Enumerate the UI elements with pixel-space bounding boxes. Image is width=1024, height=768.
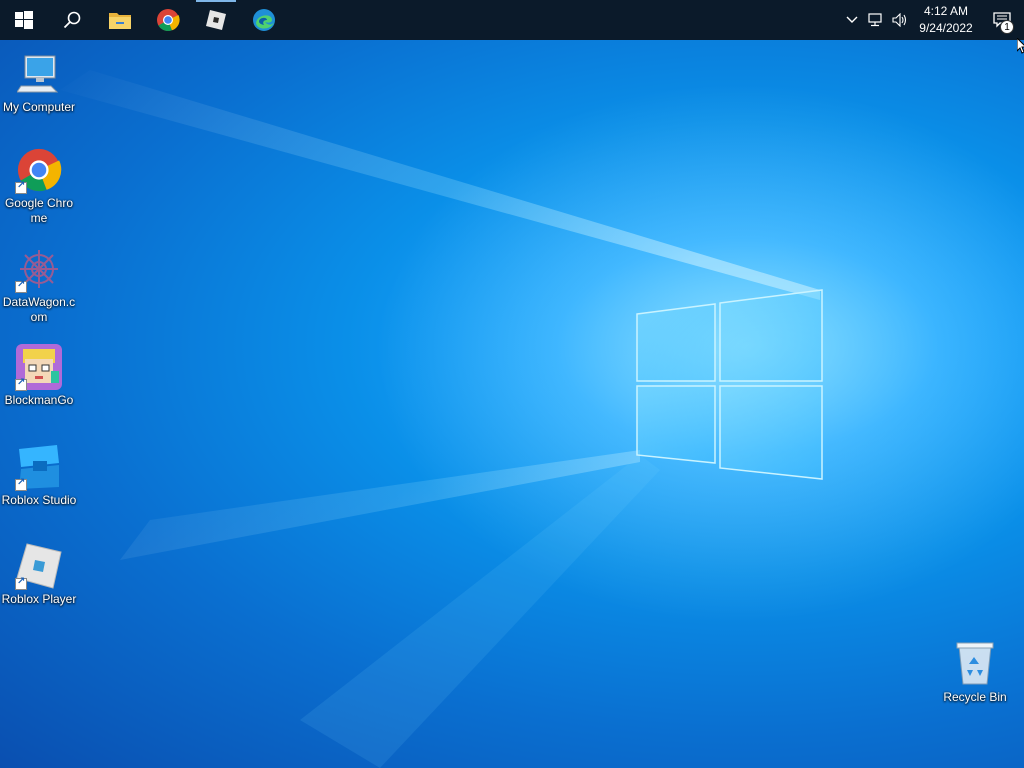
recycle-bin-icon <box>951 640 999 688</box>
show-hidden-icons-button[interactable] <box>840 0 864 40</box>
clock[interactable]: 4:12 AM 9/24/2022 <box>912 3 980 37</box>
edge-icon <box>253 9 275 31</box>
desktop[interactable]: 4:12 AM 9/24/2022 1 My Computer ↗ Google… <box>0 0 1024 768</box>
roblox-icon <box>206 10 226 30</box>
windows-logo-icon <box>15 11 33 29</box>
search-icon <box>63 11 81 29</box>
desktop-icon-label: My Computer <box>2 100 76 114</box>
clock-time: 4:12 AM <box>923 4 969 18</box>
desktop-icon-label: Roblox Studio <box>1 493 77 507</box>
shortcut-arrow-icon <box>15 477 27 491</box>
desktop-icon-label: Recycle Bin <box>943 690 1007 704</box>
desktop-icon-label: Roblox Player <box>1 592 77 606</box>
computer-icon <box>15 50 63 98</box>
desktop-icon-my-computer[interactable]: My Computer <box>0 50 78 115</box>
desktop-icon-recycle-bin[interactable]: Recycle Bin <box>936 640 1014 705</box>
chrome-icon <box>15 146 63 194</box>
speaker-icon <box>892 13 907 27</box>
desktop-icon-roblox-player[interactable]: Roblox Player <box>0 542 78 607</box>
chevron-up-icon <box>846 16 858 23</box>
desktop-icon-label: Google Chrome <box>4 196 74 225</box>
search-button[interactable] <box>48 0 96 40</box>
edge-taskbar-button[interactable] <box>240 0 288 40</box>
wallpaper <box>0 0 1024 768</box>
desktop-icon-blockmango[interactable]: BlockmanGo <box>0 343 78 408</box>
desktop-icon-datawagon[interactable]: DataWagon.com <box>0 245 78 325</box>
shortcut-arrow-icon <box>15 180 27 194</box>
blockmango-icon <box>15 343 63 391</box>
roblox-studio-icon <box>15 443 63 491</box>
action-center-button[interactable]: 1 <box>980 0 1024 40</box>
desktop-icon-label: DataWagon.com <box>2 295 76 324</box>
taskbar: 4:12 AM 9/24/2022 1 <box>0 0 1024 40</box>
shortcut-arrow-icon <box>15 576 27 590</box>
roblox-taskbar-button[interactable] <box>192 0 240 40</box>
start-button[interactable] <box>0 0 48 40</box>
notification-count-badge: 1 <box>1000 20 1014 34</box>
file-explorer-button[interactable] <box>96 0 144 40</box>
desktop-icon-label: BlockmanGo <box>4 393 74 407</box>
chrome-icon <box>157 9 180 32</box>
roblox-player-icon <box>15 542 63 590</box>
shortcut-arrow-icon <box>15 377 27 391</box>
chrome-taskbar-button[interactable] <box>144 0 192 40</box>
datawagon-icon <box>15 245 63 293</box>
clock-date: 9/24/2022 <box>919 21 973 35</box>
folder-icon <box>109 13 131 29</box>
mouse-cursor-icon <box>1017 38 1024 54</box>
network-button[interactable] <box>864 0 888 40</box>
desktop-icon-roblox-studio[interactable]: Roblox Studio <box>0 443 78 508</box>
desktop-icon-google-chrome[interactable]: Google Chrome <box>0 146 78 226</box>
shortcut-arrow-icon <box>15 279 27 293</box>
network-icon <box>868 13 882 27</box>
volume-button[interactable] <box>888 0 912 40</box>
system-tray: 4:12 AM 9/24/2022 1 <box>840 0 1024 40</box>
